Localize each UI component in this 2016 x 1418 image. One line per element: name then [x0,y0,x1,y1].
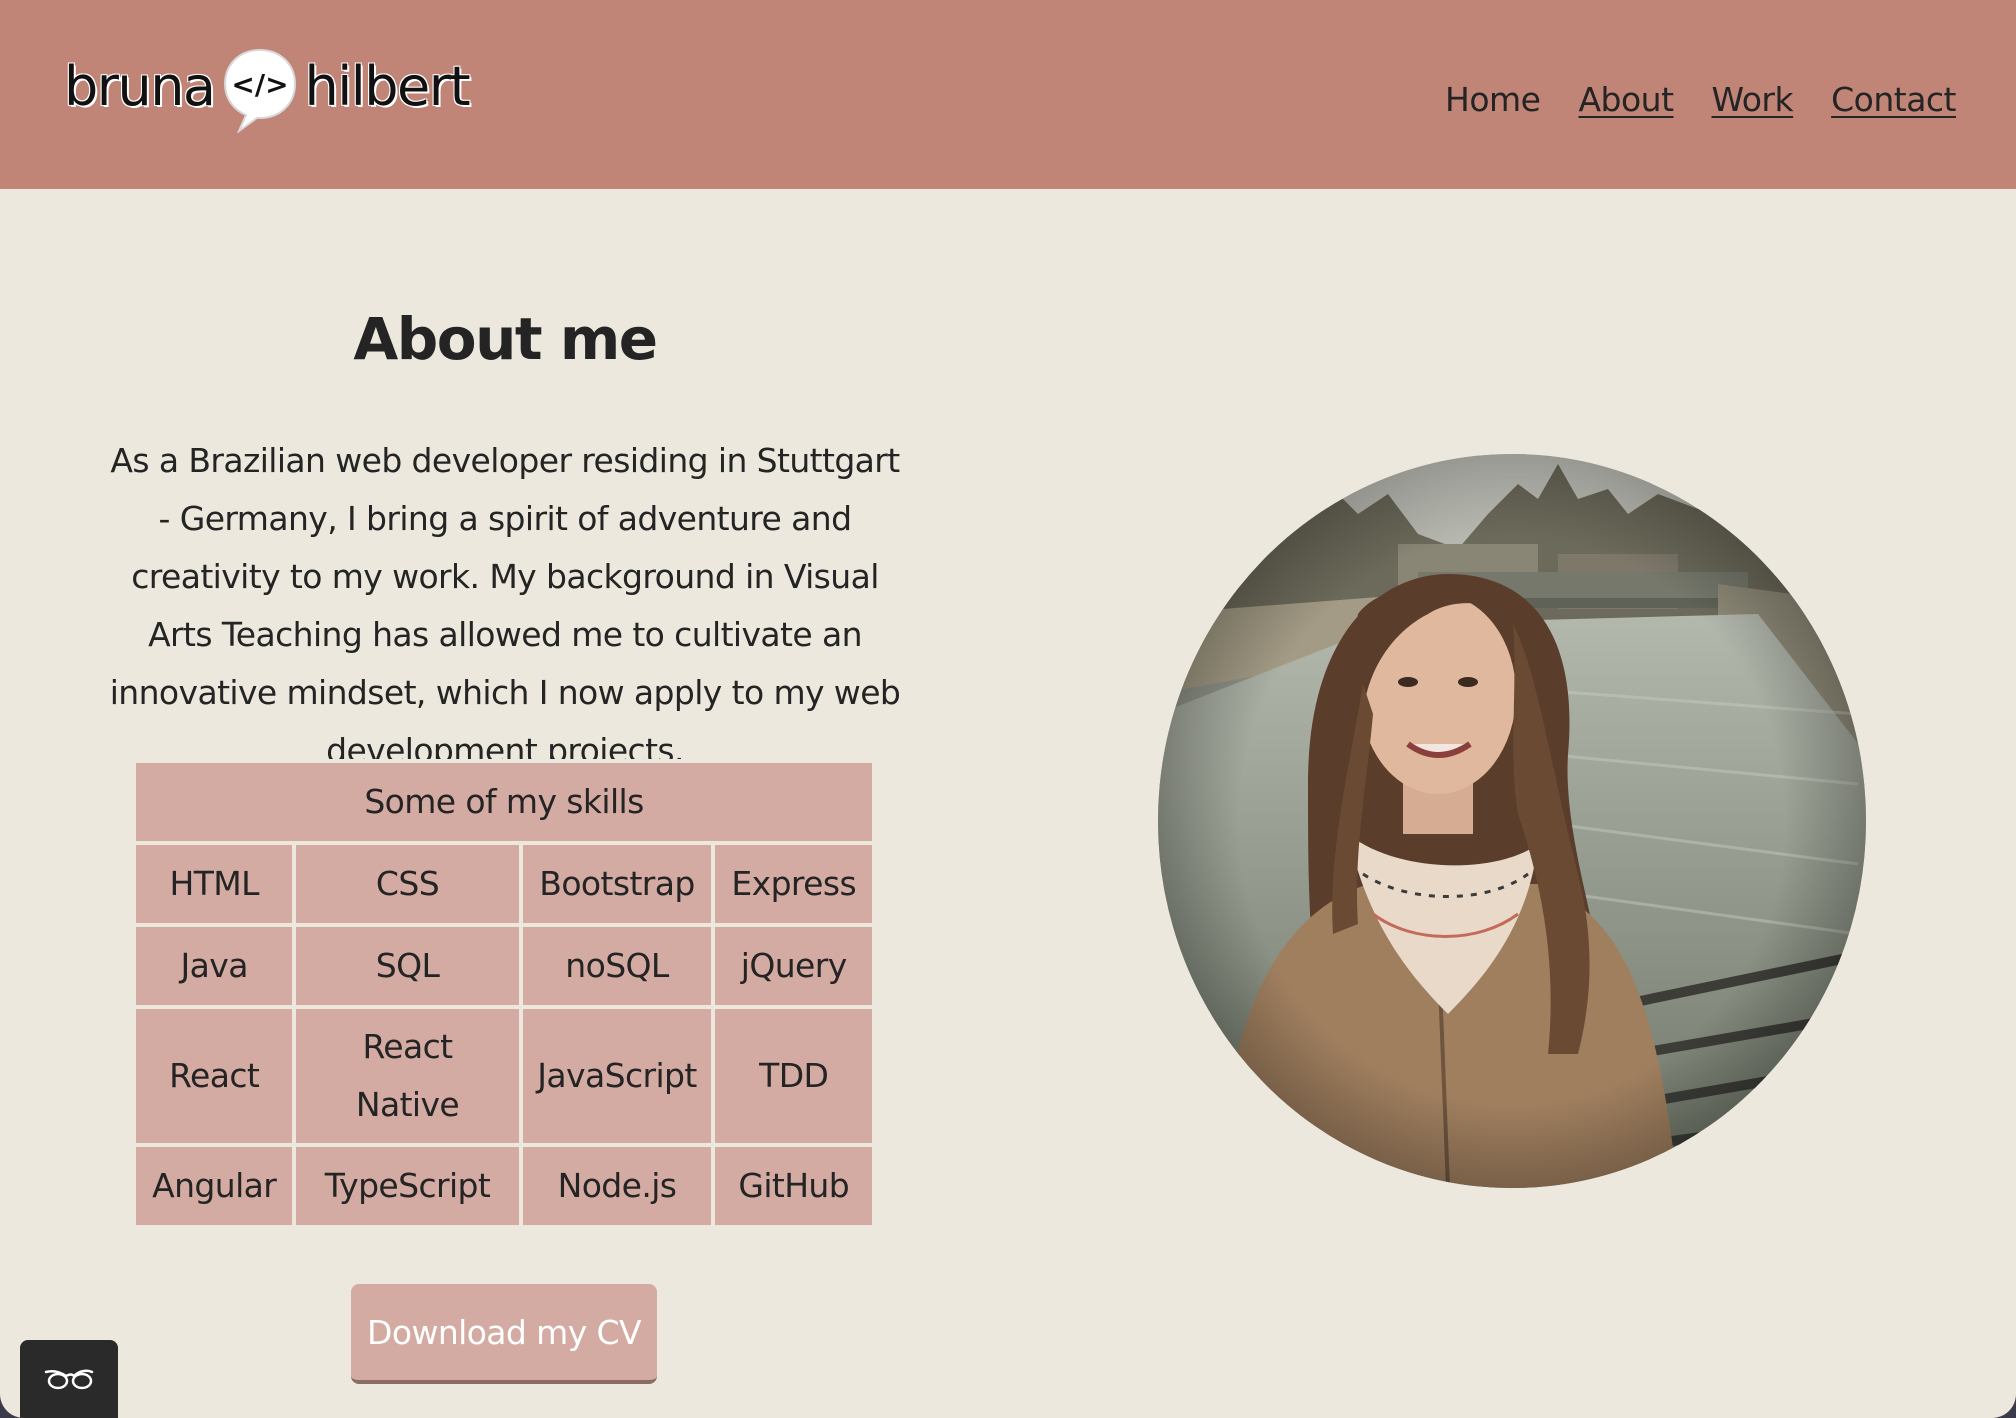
skill-cell: Bootstrap [522,845,712,923]
logo-code-symbol: </> [231,68,288,101]
glasses-icon [44,1369,94,1390]
nav-home[interactable]: Home [1445,80,1541,119]
skill-cell: SQL [296,927,519,1005]
skill-cell: TDD [715,1009,872,1143]
skill-cell: HTML [136,845,293,923]
about-paragraph: As a Brazilian web developer residing in… [109,441,901,770]
logo-left-word: bruna [64,54,216,118]
nav-about[interactable]: About [1578,80,1674,119]
table-row: HTML CSS Bootstrap Express [136,845,872,923]
page: bruna </> hilbert Home About Work Contac… [0,0,2016,1418]
accessibility-widget[interactable] [20,1340,118,1418]
skill-cell: React [136,1009,293,1143]
download-cv-button[interactable]: Download my CV [351,1284,657,1384]
skill-cell: Angular [136,1147,293,1225]
portrait-photo [1158,454,1866,1188]
skill-cell: GitHub [715,1147,872,1225]
skill-cell-text: React Native [355,1027,460,1124]
speech-bubble-icon: </> [221,47,299,133]
main-nav: Home About Work Contact [1445,80,1956,119]
site-logo[interactable]: bruna </> hilbert [64,40,471,133]
table-row: React React Native JavaScript TDD [136,1009,872,1143]
skill-cell: jQuery [715,927,872,1005]
skill-cell: TypeScript [296,1147,519,1225]
skill-cell: Express [715,845,872,923]
nav-work[interactable]: Work [1712,80,1794,119]
skill-cell: Node.js [522,1147,712,1225]
skill-cell: React Native [296,1009,519,1143]
nav-contact[interactable]: Contact [1831,80,1956,119]
skills-caption: Some of my skills [136,763,872,841]
site-header: bruna </> hilbert Home About Work Contac… [0,0,2016,189]
table-row: Angular TypeScript Node.js GitHub [136,1147,872,1225]
skills-table: Some of my skills HTML CSS Bootstrap Exp… [132,759,876,1229]
table-row: Java SQL noSQL jQuery [136,927,872,1005]
skill-cell: JavaScript [522,1009,712,1143]
logo-right-word: hilbert [304,54,471,118]
skill-cell: noSQL [522,927,712,1005]
skill-cell: CSS [296,845,519,923]
about-title: About me [353,305,658,373]
skill-cell: Java [136,927,293,1005]
